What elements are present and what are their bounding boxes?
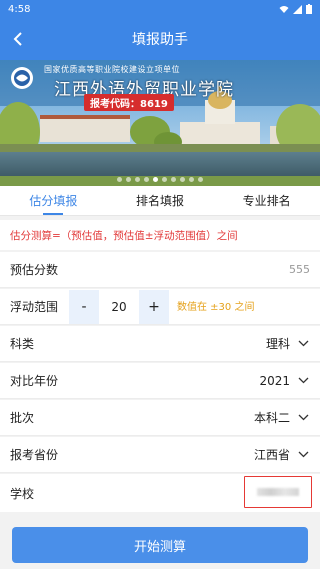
carousel-dot xyxy=(189,177,194,182)
school-value-redacted xyxy=(257,488,299,496)
tab-rank-fill[interactable]: 排名填报 xyxy=(107,186,214,215)
subject-row[interactable]: 科类 理科 xyxy=(0,326,320,362)
tab-estimate-fill[interactable]: 估分填报 xyxy=(0,186,107,215)
chevron-down-icon xyxy=(296,337,310,351)
carousel-dot xyxy=(144,177,149,182)
estimate-score-row[interactable]: 预估分数 555 xyxy=(0,252,320,288)
year-label: 对比年份 xyxy=(10,374,59,388)
estimate-score-label: 预估分数 xyxy=(10,263,59,277)
formula-note: 估分测算=（预估值，预估值±浮动范围值）之间 xyxy=(0,220,320,250)
carousel-dot xyxy=(162,177,167,182)
year-value: 2021 xyxy=(259,373,290,388)
app-bar: 填报助手 xyxy=(0,18,320,60)
status-time: 4:58 xyxy=(8,3,31,15)
estimate-score-input[interactable]: 555 xyxy=(289,263,310,276)
carousel-dot xyxy=(126,177,131,182)
chevron-down-icon xyxy=(296,374,310,388)
year-row[interactable]: 对比年份 2021 xyxy=(0,363,320,399)
carousel-dot-active xyxy=(153,177,158,182)
batch-value: 本科二 xyxy=(253,411,290,425)
school-value-highlight[interactable] xyxy=(244,476,312,508)
float-range-value[interactable]: 20 xyxy=(99,290,139,324)
banner-code-badge: 报考代码：8619 xyxy=(84,94,174,111)
tab-major-rank[interactable]: 专业排名 xyxy=(213,186,320,215)
status-bar: 4:58 xyxy=(0,0,320,18)
float-range-hint: 数值在 ±30 之间 xyxy=(177,302,255,313)
decrement-button[interactable]: - xyxy=(69,290,99,324)
subject-value: 理科 xyxy=(265,337,290,351)
chevron-down-icon xyxy=(296,411,310,425)
batch-row[interactable]: 批次 本科二 xyxy=(0,400,320,436)
increment-button[interactable]: + xyxy=(139,290,169,324)
carousel-dot xyxy=(171,177,176,182)
page-title: 填报助手 xyxy=(132,32,188,48)
start-calculate-button[interactable]: 开始测算 xyxy=(12,527,308,563)
chevron-left-icon xyxy=(13,32,22,46)
wifi-icon xyxy=(279,5,289,13)
province-value: 江西省 xyxy=(253,448,290,462)
tab-bar: 估分填报 排名填报 专业排名 xyxy=(0,186,320,216)
carousel-dot xyxy=(117,177,122,182)
carousel-dot xyxy=(198,177,203,182)
carousel-indicator xyxy=(0,177,320,182)
battery-icon xyxy=(306,4,312,14)
carousel-dot xyxy=(135,177,140,182)
back-button[interactable] xyxy=(6,27,30,51)
chevron-down-icon xyxy=(296,448,310,462)
batch-label: 批次 xyxy=(10,411,35,425)
subject-label: 科类 xyxy=(10,337,35,351)
signal-icon xyxy=(293,4,302,14)
province-row[interactable]: 报考省份 江西省 xyxy=(0,437,320,473)
banner-caption: 国家优质高等职业院校建设立项单位 xyxy=(44,65,180,74)
float-range-stepper: - 20 + xyxy=(69,289,169,325)
school-banner[interactable]: 国家优质高等职业院校建设立项单位 江西外语外贸职业学院 报考代码：8619 xyxy=(0,60,320,186)
province-label: 报考省份 xyxy=(10,448,59,462)
carousel-dot xyxy=(180,177,185,182)
